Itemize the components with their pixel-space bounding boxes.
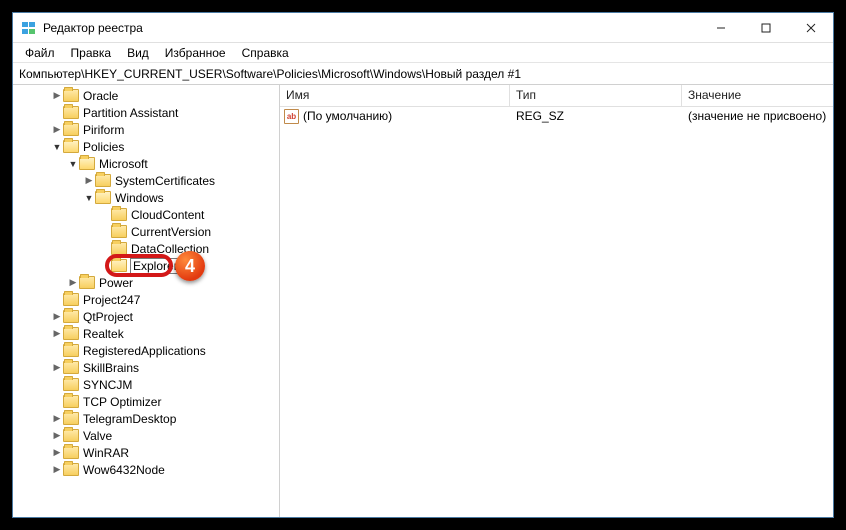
menubar: Файл Правка Вид Избранное Справка [13, 43, 833, 63]
folder-icon [63, 327, 79, 340]
columns-header: Имя Тип Значение [280, 85, 833, 107]
col-header-type[interactable]: Тип [510, 85, 682, 106]
registry-editor-window: Редактор реестра Файл Правка Вид Избранн… [12, 12, 834, 518]
rename-input[interactable]: Explorer [130, 258, 187, 274]
tree-item-partition[interactable]: Partition Assistant [13, 104, 279, 121]
address-bar[interactable]: Компьютер\HKEY_CURRENT_USER\Software\Pol… [13, 63, 833, 85]
folder-icon [63, 463, 79, 476]
folder-icon [63, 293, 79, 306]
folder-icon [63, 361, 79, 374]
folder-icon [63, 106, 79, 119]
tree-item-telegramdesktop[interactable]: ▶TelegramDesktop [13, 410, 279, 427]
folder-icon [63, 89, 79, 102]
folder-open-icon [63, 140, 79, 153]
tree-pane[interactable]: ▶Oracle Partition Assistant ▶Piriform ▼P… [13, 85, 280, 517]
folder-open-icon [79, 157, 95, 170]
menu-favorites[interactable]: Избранное [157, 45, 234, 61]
tree-item-power[interactable]: ▶Power [13, 274, 279, 291]
tree-item-registeredapplications[interactable]: RegisteredApplications [13, 342, 279, 359]
tree-item-syncjm[interactable]: SYNCJM [13, 376, 279, 393]
folder-icon [111, 242, 127, 255]
folder-icon [63, 429, 79, 442]
window-title: Редактор реестра [43, 21, 698, 35]
tree-item-realtek[interactable]: ▶Realtek [13, 325, 279, 342]
values-list[interactable]: ab (По умолчанию) REG_SZ (значение не пр… [280, 107, 833, 517]
folder-open-icon [111, 259, 127, 272]
folder-open-icon [95, 191, 111, 204]
tree-item-currentversion[interactable]: CurrentVersion [13, 223, 279, 240]
tree-item-piriform[interactable]: ▶Piriform [13, 121, 279, 138]
tree-item-valve[interactable]: ▶Valve [13, 427, 279, 444]
tree-item-datacollection[interactable]: DataCollection [13, 240, 279, 257]
tree-item-systemcertificates[interactable]: ▶SystemCertificates [13, 172, 279, 189]
values-pane: Имя Тип Значение ab (По умолчанию) REG_S… [280, 85, 833, 517]
col-header-name[interactable]: Имя [280, 85, 510, 106]
tree-item-microsoft[interactable]: ▼Microsoft [13, 155, 279, 172]
address-text: Компьютер\HKEY_CURRENT_USER\Software\Pol… [19, 67, 521, 81]
tree-item-skillbrains[interactable]: ▶SkillBrains [13, 359, 279, 376]
tree-item-winrar[interactable]: ▶WinRAR [13, 444, 279, 461]
close-button[interactable] [788, 13, 833, 43]
tree-item-qtproject[interactable]: ▶QtProject [13, 308, 279, 325]
value-data: (значение не присвоено) [682, 109, 833, 123]
maximize-button[interactable] [743, 13, 788, 43]
menu-view[interactable]: Вид [119, 45, 157, 61]
tree-item-project247[interactable]: Project247 [13, 291, 279, 308]
folder-icon [111, 225, 127, 238]
tree-item-windows[interactable]: ▼Windows [13, 189, 279, 206]
tree-item-oracle[interactable]: ▶Oracle [13, 87, 279, 104]
col-header-value[interactable]: Значение [682, 85, 833, 106]
regedit-icon [21, 20, 37, 36]
menu-file[interactable]: Файл [17, 45, 63, 61]
folder-icon [79, 276, 95, 289]
tree-item-policies[interactable]: ▼Policies [13, 138, 279, 155]
tree-item-explorer-editing[interactable]: Explorer [13, 257, 279, 274]
menu-edit[interactable]: Правка [63, 45, 120, 61]
minimize-button[interactable] [698, 13, 743, 43]
folder-icon [63, 378, 79, 391]
string-value-icon: ab [284, 109, 299, 124]
content-area: ▶Oracle Partition Assistant ▶Piriform ▼P… [13, 85, 833, 517]
value-type: REG_SZ [510, 109, 682, 123]
folder-icon [63, 446, 79, 459]
tree-item-cloudcontent[interactable]: CloudContent [13, 206, 279, 223]
folder-icon [63, 123, 79, 136]
value-row-default[interactable]: ab (По умолчанию) REG_SZ (значение не пр… [280, 107, 833, 125]
tree-item-wow6432node[interactable]: ▶Wow6432Node [13, 461, 279, 478]
folder-icon [95, 174, 111, 187]
folder-icon [63, 395, 79, 408]
menu-help[interactable]: Справка [234, 45, 297, 61]
folder-icon [63, 310, 79, 323]
titlebar: Редактор реестра [13, 13, 833, 43]
value-name: (По умолчанию) [303, 109, 392, 123]
folder-icon [63, 344, 79, 357]
folder-icon [111, 208, 127, 221]
folder-icon [63, 412, 79, 425]
tree-item-tcpoptimizer[interactable]: TCP Optimizer [13, 393, 279, 410]
